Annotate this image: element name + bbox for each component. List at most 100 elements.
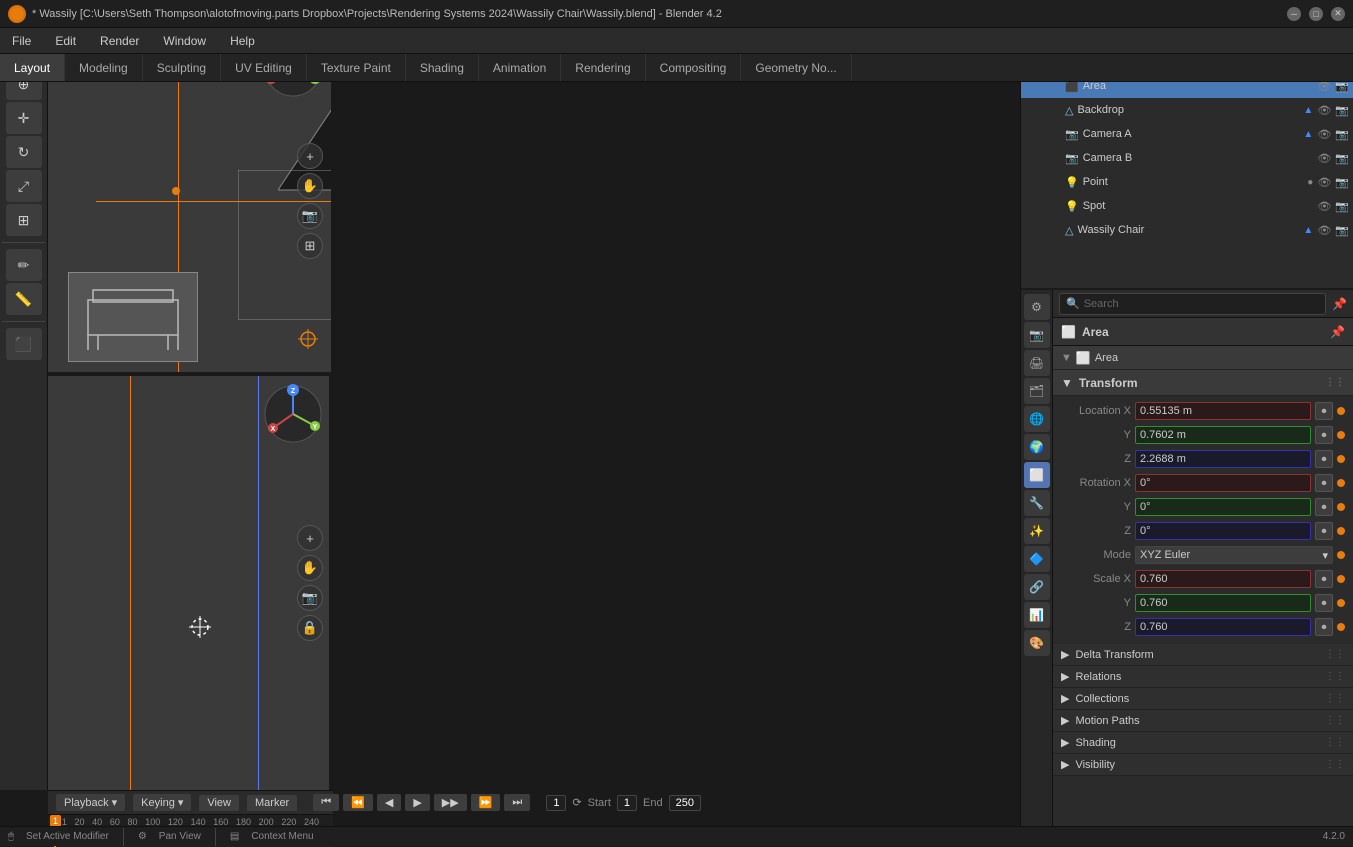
wassily-eye[interactable]: 👁 <box>1317 224 1331 237</box>
rotation-x-anim-btn[interactable]: ⏺ <box>1315 474 1333 492</box>
properties-search[interactable]: 🔍 Search <box>1059 293 1326 315</box>
playback-menu[interactable]: Playback ▾ <box>56 794 125 811</box>
end-frame-display[interactable]: 250 <box>669 795 701 811</box>
tab-animation[interactable]: Animation <box>479 54 561 81</box>
backdrop-cam[interactable]: 📷 <box>1335 104 1349 117</box>
location-z-anim-btn[interactable]: ⏺ <box>1315 450 1333 468</box>
cam-pan[interactable]: ✋ <box>297 555 323 581</box>
outliner-item-backdrop[interactable]: △ Backdrop ▲ 👁 📷 <box>1021 98 1353 122</box>
rotation-x-value[interactable]: 0° <box>1135 474 1311 492</box>
rotation-y-value[interactable]: 0° <box>1135 498 1311 516</box>
camera-b-eye[interactable]: 👁 <box>1317 152 1331 165</box>
outliner-item-camera-a[interactable]: 📷 Camera A ▲ 👁 📷 <box>1021 122 1353 146</box>
menu-window[interactable]: Window <box>159 32 210 50</box>
tab-modeling[interactable]: Modeling <box>65 54 143 81</box>
mode-value[interactable]: XYZ Euler ▾ <box>1135 546 1333 564</box>
location-x-value[interactable]: 0.55135 m <box>1135 402 1311 420</box>
tab-sculpting[interactable]: Sculpting <box>143 54 221 81</box>
collections-options[interactable]: ⋮⋮ <box>1325 693 1345 704</box>
tab-compositing[interactable]: Compositing <box>646 54 742 81</box>
transform-tool-button[interactable]: ⊞ <box>6 204 42 236</box>
rotation-y-anim-btn[interactable]: ⏺ <box>1315 498 1333 516</box>
jump-end-button[interactable]: ⏭ <box>504 794 530 811</box>
camera-nav-button[interactable]: 📷 <box>297 203 323 229</box>
transform-section-header[interactable]: ▼ Transform ⋮⋮ <box>1053 370 1353 396</box>
view-menu-timeline[interactable]: View <box>199 795 239 811</box>
transform-options[interactable]: ⋮⋮ <box>1325 377 1345 388</box>
annotate-tool-button[interactable]: ✏ <box>6 249 42 281</box>
camera-b-cam[interactable]: 📷 <box>1335 152 1349 165</box>
world-props-button[interactable]: 🌍 <box>1024 434 1050 460</box>
delta-options[interactable]: ⋮⋮ <box>1325 649 1345 660</box>
rotate-tool-button[interactable]: ↻ <box>6 136 42 168</box>
modifier-props-button[interactable]: 🔧 <box>1024 490 1050 516</box>
material-props-button[interactable]: 🎨 <box>1024 630 1050 656</box>
camera-gizmo[interactable]: Z Y X <box>263 384 323 444</box>
tab-layout[interactable]: Layout <box>0 54 65 81</box>
pan-button[interactable]: ✋ <box>297 173 323 199</box>
physics-props-button[interactable]: 🔷 <box>1024 546 1050 572</box>
location-z-value[interactable]: 2.2688 m <box>1135 450 1311 468</box>
zoom-in-button[interactable]: + <box>297 143 323 169</box>
add-cube-button[interactable]: ⬛ <box>6 328 42 360</box>
relations-section[interactable]: ▶ Relations ⋮⋮ <box>1053 666 1353 688</box>
pin-icon[interactable]: 📌 <box>1332 297 1347 311</box>
view-layer-props-button[interactable]: 🗂 <box>1024 378 1050 404</box>
menu-file[interactable]: File <box>8 32 35 50</box>
scene-props-button[interactable]: ⚙ <box>1024 294 1050 320</box>
play-button[interactable]: ▶ <box>405 794 429 811</box>
outliner-item-point[interactable]: 💡 Point ● 👁 📷 <box>1021 170 1353 194</box>
shading-section[interactable]: ▶ Shading ⋮⋮ <box>1053 732 1353 754</box>
camera-a-cam[interactable]: 📷 <box>1335 128 1349 141</box>
tab-texture-paint[interactable]: Texture Paint <box>307 54 406 81</box>
outliner-item-camera-b[interactable]: 📷 Camera B 👁 📷 <box>1021 146 1353 170</box>
spot-cam[interactable]: 📷 <box>1335 200 1349 213</box>
location-y-value[interactable]: 0.7602 m <box>1135 426 1311 444</box>
next-keyframe-button[interactable]: ▶▶ <box>434 794 467 811</box>
spot-eye[interactable]: 👁 <box>1317 200 1331 213</box>
scene-props2-button[interactable]: 🌐 <box>1024 406 1050 432</box>
tab-shading[interactable]: Shading <box>406 54 479 81</box>
point-cam[interactable]: 📷 <box>1335 176 1349 189</box>
constraints-props-button[interactable]: 🔗 <box>1024 574 1050 600</box>
scale-y-anim-btn[interactable]: ⏺ <box>1315 594 1333 612</box>
motion-paths-options[interactable]: ⋮⋮ <box>1325 715 1345 726</box>
particles-props-button[interactable]: ✨ <box>1024 518 1050 544</box>
scale-z-value[interactable]: 0.760 <box>1135 618 1311 636</box>
visibility-section[interactable]: ▶ Visibility ⋮⋮ <box>1053 754 1353 776</box>
minimize-button[interactable]: ─ <box>1287 7 1301 21</box>
move-tool-button[interactable]: ✛ <box>6 102 42 134</box>
shading-options[interactable]: ⋮⋮ <box>1325 737 1345 748</box>
delta-transform-section[interactable]: ▶ Delta Transform ⋮⋮ <box>1053 644 1353 666</box>
point-eye[interactable]: 👁 <box>1317 176 1331 189</box>
scale-x-value[interactable]: 0.760 <box>1135 570 1311 588</box>
menu-render[interactable]: Render <box>96 32 143 50</box>
wassily-cam[interactable]: 📷 <box>1335 224 1349 237</box>
scale-z-anim-btn[interactable]: ⏺ <box>1315 618 1333 636</box>
jump-start-button[interactable]: ⏮ <box>313 794 339 811</box>
cam-zoom-in[interactable]: + <box>297 525 323 551</box>
grid-button[interactable]: ⊞ <box>297 233 323 259</box>
data-props-button[interactable]: 📊 <box>1024 602 1050 628</box>
rotation-z-anim-btn[interactable]: ⏺ <box>1315 522 1333 540</box>
object-props-button[interactable]: ⬜ <box>1024 462 1050 488</box>
keying-menu[interactable]: Keying ▾ <box>133 794 191 811</box>
location-x-anim-btn[interactable]: ⏺ <box>1315 402 1333 420</box>
output-props-button[interactable]: 🖨 <box>1024 350 1050 376</box>
prev-keyframe-button[interactable]: ◀ <box>377 794 401 811</box>
scale-y-value[interactable]: 0.760 <box>1135 594 1311 612</box>
location-y-anim-btn[interactable]: ⏺ <box>1315 426 1333 444</box>
prev-frame-button[interactable]: ⏪ <box>343 794 373 811</box>
outliner-item-wassily-chair[interactable]: △ Wassily Chair ▲ 👁 📷 <box>1021 218 1353 242</box>
scale-x-anim-btn[interactable]: ⏺ <box>1315 570 1333 588</box>
window-controls[interactable]: ─ □ ✕ <box>1287 7 1345 21</box>
tab-rendering[interactable]: Rendering <box>561 54 645 81</box>
cam-lock[interactable]: 🔒 <box>297 615 323 641</box>
close-button[interactable]: ✕ <box>1331 7 1345 21</box>
current-frame-display[interactable]: 1 <box>546 795 566 811</box>
cam-rotate[interactable]: 📷 <box>297 585 323 611</box>
menu-edit[interactable]: Edit <box>51 32 80 50</box>
relations-options[interactable]: ⋮⋮ <box>1325 671 1345 682</box>
measure-tool-button[interactable]: 📏 <box>6 283 42 315</box>
tab-geometry-nodes[interactable]: Geometry No... <box>741 54 851 81</box>
